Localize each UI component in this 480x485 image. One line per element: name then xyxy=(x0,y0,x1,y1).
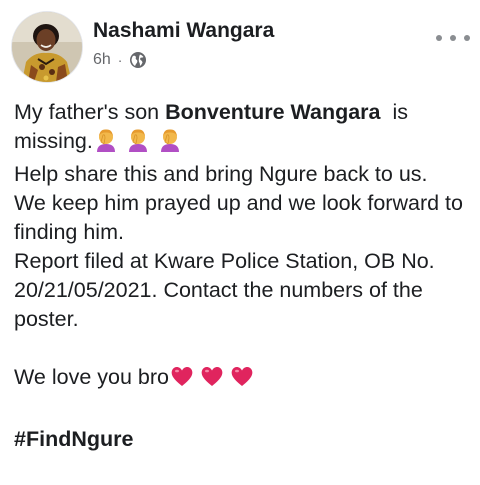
missing-person-name: Bonventure Wangara xyxy=(165,100,381,124)
author-avatar[interactable] xyxy=(12,12,82,82)
more-horizontal-icon xyxy=(450,35,456,41)
red-heart-emoji xyxy=(199,364,225,396)
more-options-button[interactable] xyxy=(436,28,470,48)
woman-facepalming-emoji xyxy=(93,128,119,160)
author-name[interactable]: Nashami Wangara xyxy=(93,19,274,43)
woman-facepalming-emoji xyxy=(157,128,183,160)
post-line-love: We love you bro xyxy=(14,363,472,396)
more-horizontal-icon xyxy=(436,35,442,41)
post-text: My father's son xyxy=(14,100,166,124)
post-text: We love you bro xyxy=(14,365,169,389)
red-heart-emoji xyxy=(169,364,195,396)
post-meta: 6h · xyxy=(93,50,147,70)
hashtag-link[interactable]: #FindNgure xyxy=(14,425,472,454)
woman-facepalming-emoji xyxy=(125,128,151,160)
post-image-preview[interactable] xyxy=(0,478,480,485)
post-body: My father's son Bonventure Wangara is mi… xyxy=(14,98,472,454)
post-line-share: Help share this and bring Ngure back to … xyxy=(14,162,428,186)
avatar-photo xyxy=(12,12,82,82)
post-header: Nashami Wangara 6h · xyxy=(0,0,480,92)
post-timestamp[interactable]: 6h xyxy=(93,51,111,69)
globe-icon[interactable] xyxy=(129,51,147,69)
meta-separator: · xyxy=(117,52,123,68)
post-line-report: Report filed at Kware Police Station, OB… xyxy=(14,249,435,331)
post-line-missing: My father's son Bonventure Wangara is mi… xyxy=(14,98,472,160)
more-horizontal-icon xyxy=(464,35,470,41)
post-line-prayer: We keep him prayed up and we look forwar… xyxy=(14,191,463,244)
red-heart-emoji xyxy=(229,364,255,396)
